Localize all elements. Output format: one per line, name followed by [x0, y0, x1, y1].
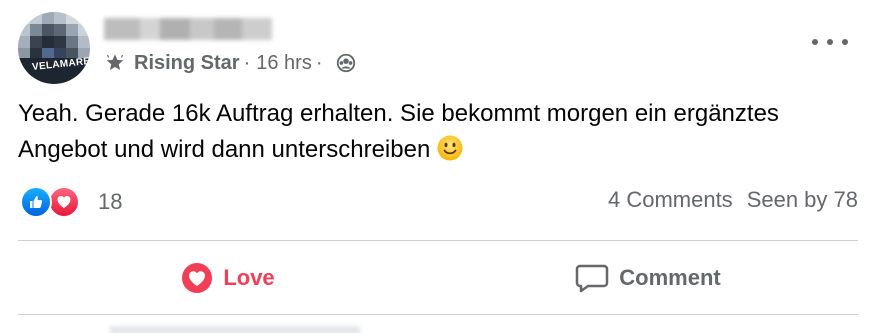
reactions-summary[interactable]: 18 — [20, 186, 122, 218]
redacted-area — [110, 326, 360, 333]
post-meta: Rising Star · 16 hrs · — [104, 48, 357, 78]
seen-by-count[interactable]: Seen by 78 — [747, 187, 858, 213]
divider — [18, 240, 858, 241]
reaction-count: 18 — [98, 189, 123, 214]
post-message: Yeah. Gerade 16k Auftrag erhalten. Sie b… — [18, 96, 848, 168]
comment-button[interactable]: Comment — [438, 256, 858, 300]
more-dot — [827, 39, 833, 45]
post-stats: 4 Comments Seen by 78 — [608, 187, 858, 213]
meta-separator: · — [315, 51, 323, 74]
comments-count-link[interactable]: 4 Comments — [608, 187, 733, 213]
meta-separator: · — [243, 51, 251, 74]
more-dot — [842, 39, 848, 45]
group-audience-icon — [336, 53, 355, 73]
rising-star-icon — [106, 54, 124, 70]
smiling-face-emoji — [437, 135, 463, 161]
post-timestamp[interactable]: 16 hrs — [256, 52, 312, 75]
author-avatar[interactable]: VELAMARE — [18, 12, 90, 84]
comment-button-label: Comment — [619, 265, 721, 290]
love-button-label: Love — [223, 265, 275, 290]
post-card: VELAMARE Rising Star · 16 hrs · Yeah. Ge… — [0, 0, 876, 333]
badge-label[interactable]: Rising Star — [134, 52, 240, 75]
like-reaction-icon — [20, 186, 52, 218]
love-button[interactable]: Love — [18, 256, 438, 300]
divider — [18, 314, 858, 315]
author-name-redacted[interactable] — [104, 14, 272, 44]
love-reaction-icon — [48, 186, 80, 218]
post-message-text: Yeah. Gerade 16k Auftrag erhalten. Sie b… — [18, 100, 779, 163]
more-options-icon[interactable] — [812, 32, 848, 52]
comment-icon — [576, 264, 609, 293]
more-dot — [812, 39, 818, 45]
love-icon — [182, 263, 213, 293]
